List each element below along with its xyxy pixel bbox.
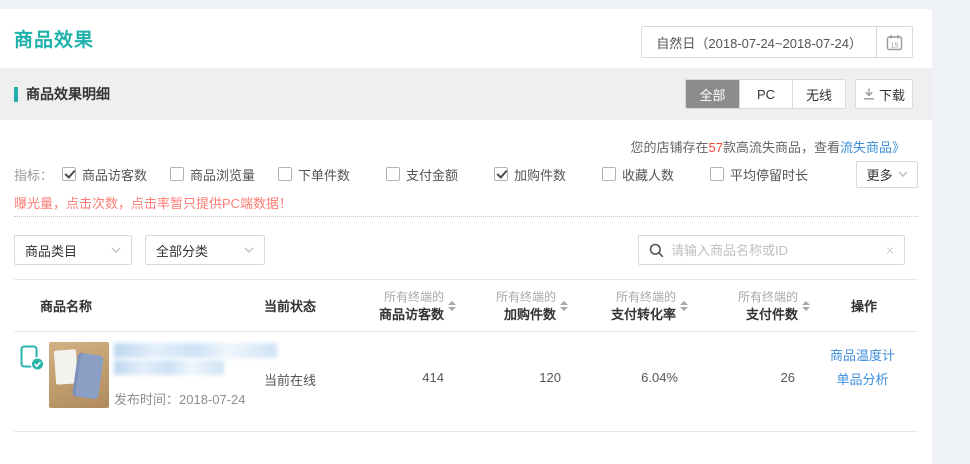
search-input[interactable] xyxy=(671,243,886,258)
subcategory-dropdown[interactable]: 全部分类 xyxy=(145,235,265,265)
clear-search-icon[interactable]: × xyxy=(886,243,894,257)
calendar-icon: 15 xyxy=(886,34,903,51)
sort-paid[interactable] xyxy=(802,301,810,311)
metrics-label: 指标： xyxy=(14,165,62,184)
metric-item-cart[interactable]: 加购件数 xyxy=(494,165,602,184)
filter-row: 商品类目 全部分类 × xyxy=(14,235,918,265)
checkbox-payment[interactable] xyxy=(386,167,400,181)
section-controls: 全部 PC 无线 下载 xyxy=(685,79,913,109)
product-cell: 发布时间：2018-07-24 xyxy=(14,332,264,408)
metric-item-favorites[interactable]: 收藏人数 xyxy=(602,165,710,184)
calendar-button[interactable]: 15 xyxy=(876,27,912,57)
mobile-online-icon xyxy=(20,345,45,372)
download-button[interactable]: 下载 xyxy=(855,79,913,109)
metric-item-orders[interactable]: 下单件数 xyxy=(278,165,386,184)
product-image[interactable] xyxy=(49,342,109,408)
product-thermometer-link[interactable]: 商品温度计 xyxy=(807,348,918,363)
checkbox-cart[interactable] xyxy=(494,167,508,181)
tab-all[interactable]: 全部 xyxy=(686,80,739,108)
chevron-down-icon xyxy=(244,247,254,253)
blurred-product-name-line2 xyxy=(114,360,224,375)
download-icon xyxy=(863,88,875,100)
metric-item-pageviews[interactable]: 商品浏览量 xyxy=(170,165,278,184)
section-bar: 商品效果明细 全部 PC 无线 下载 xyxy=(0,68,932,120)
loss-products-link[interactable]: 流失商品》 xyxy=(840,140,905,155)
date-range-picker[interactable]: 自然日（2018-07-24~2018-07-24） 15 xyxy=(641,26,913,58)
title-bar: 商品效果 自然日（2018-07-24~2018-07-24） 15 xyxy=(0,9,932,68)
publish-time: 发布时间：2018-07-24 xyxy=(114,389,277,408)
checkbox-visitors[interactable] xyxy=(62,167,76,181)
metrics-row: 指标： 商品访客数 商品浏览量 下单件数 支付金额 加购件数 xyxy=(14,161,918,187)
actions-cell: 商品温度计 单品分析 xyxy=(807,332,918,387)
content: 您的店铺存在57款高流失商品，查看流失商品》 指标： 商品访客数 商品浏览量 下… xyxy=(0,137,932,432)
category-dropdown[interactable]: 商品类目 xyxy=(14,235,132,265)
loss-notice: 您的店铺存在57款高流失商品，查看流失商品》 xyxy=(14,137,918,154)
status-cell: 当前在线 xyxy=(264,332,339,389)
download-label: 下载 xyxy=(879,85,905,104)
sort-cart[interactable] xyxy=(560,301,568,311)
search-icon xyxy=(649,243,664,258)
checkbox-pageviews[interactable] xyxy=(170,167,184,181)
checkbox-staytime[interactable] xyxy=(710,167,724,181)
table-header: 商品名称 当前状态 所有终端的 商品访客数 所有终端的 加购件数 所有终端的 xyxy=(14,279,918,332)
chevron-down-icon xyxy=(111,247,121,253)
tab-wireless[interactable]: 无线 xyxy=(792,80,845,108)
pc-data-warning: 曝光量，点击次数，点击率暂只提供PC端数据！ xyxy=(14,193,918,210)
paid-value: 26 xyxy=(690,332,807,385)
more-metrics-button[interactable]: 更多 xyxy=(856,161,918,188)
product-effect-page: 商品效果 自然日（2018-07-24~2018-07-24） 15 商品效果明… xyxy=(0,9,932,464)
loss-count: 57 xyxy=(709,140,723,155)
header-product-name: 商品名称 xyxy=(14,296,264,315)
cart-value: 120 xyxy=(456,332,573,385)
header-cart: 所有终端的 加购件数 xyxy=(456,289,568,323)
header-conversion: 所有终端的 支付转化率 xyxy=(568,289,688,323)
blurred-product-name-line1 xyxy=(114,343,277,358)
product-name-block: 发布时间：2018-07-24 xyxy=(114,342,277,408)
header-status: 当前状态 xyxy=(264,296,339,315)
conversion-value: 6.04% xyxy=(573,332,690,385)
terminal-tab-group: 全部 PC 无线 xyxy=(685,79,846,109)
section-title: 商品效果明细 xyxy=(14,84,110,104)
metric-item-staytime[interactable]: 平均停留时长 xyxy=(710,165,808,184)
dotted-separator xyxy=(14,216,918,217)
checkbox-orders[interactable] xyxy=(278,167,292,181)
visitors-value: 414 xyxy=(339,332,456,385)
header-visitors: 所有终端的 商品访客数 xyxy=(339,289,456,323)
header-actions: 操作 xyxy=(810,296,918,315)
sort-visitors[interactable] xyxy=(448,301,456,311)
search-box: × xyxy=(638,235,905,265)
tab-pc[interactable]: PC xyxy=(739,80,792,108)
single-item-analysis-link[interactable]: 单品分析 xyxy=(807,372,918,387)
header-paid: 所有终端的 支付件数 xyxy=(688,289,810,323)
date-range-label: 自然日（2018-07-24~2018-07-24） xyxy=(642,27,876,57)
chevron-down-icon xyxy=(898,171,908,177)
table-row: 发布时间：2018-07-24 当前在线 414 120 6.04% 26 商品… xyxy=(14,332,918,432)
top-strip xyxy=(0,0,970,9)
checkbox-favorites[interactable] xyxy=(602,167,616,181)
metric-item-payment[interactable]: 支付金额 xyxy=(386,165,494,184)
page-title: 商品效果 xyxy=(14,25,94,52)
metric-item-visitors[interactable]: 商品访客数 xyxy=(62,165,170,184)
accent-bar xyxy=(14,87,18,102)
svg-text:15: 15 xyxy=(891,42,899,49)
sort-conversion[interactable] xyxy=(680,301,688,311)
